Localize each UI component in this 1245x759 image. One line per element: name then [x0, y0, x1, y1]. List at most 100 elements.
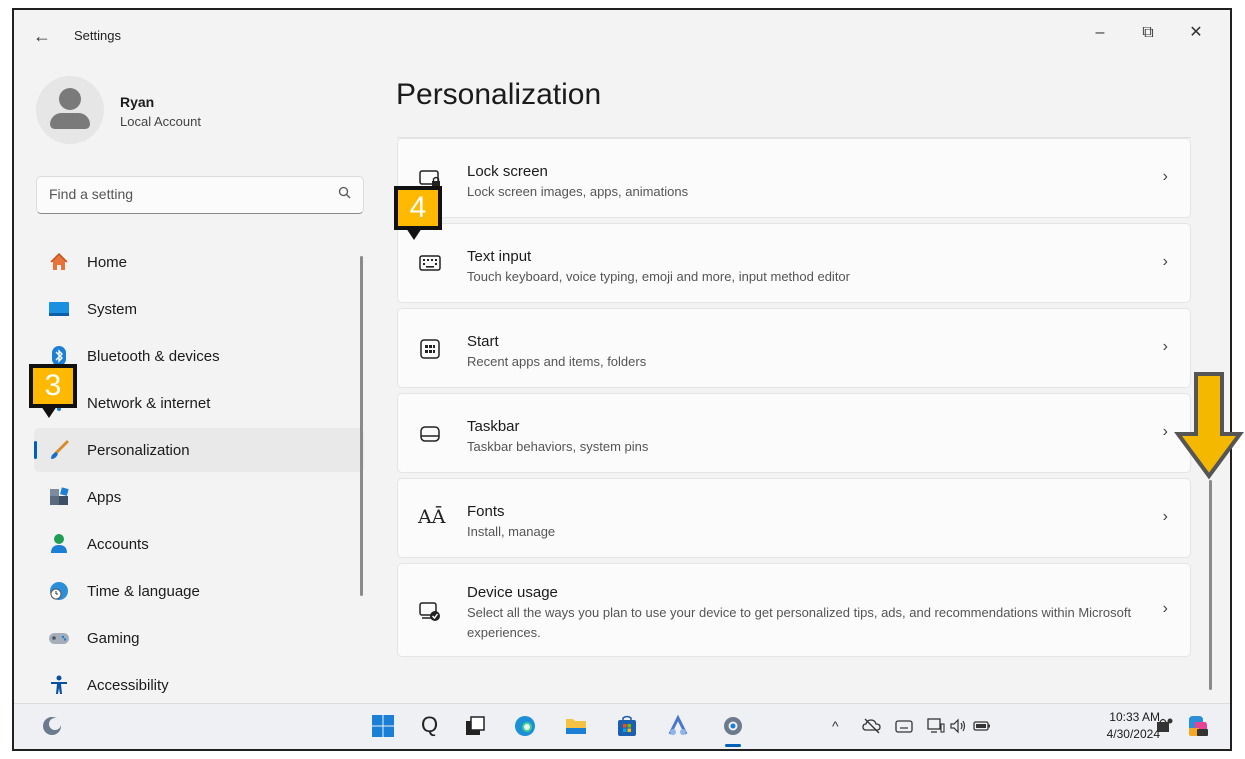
- title-bar: ← Settings – ⧉ ✕: [14, 10, 1230, 58]
- chevron-right-icon: ›: [1162, 253, 1168, 270]
- sidebar-item-label: Gaming: [87, 630, 140, 647]
- close-button[interactable]: ✕: [1176, 18, 1216, 48]
- sidebar-item-home[interactable]: Home: [34, 240, 364, 284]
- sidebar-item-label: Network & internet: [87, 395, 211, 412]
- sidebar-item-accounts[interactable]: Accounts: [34, 522, 364, 566]
- settings-window: ← Settings – ⧉ ✕ Ryan Local Account Home…: [12, 8, 1232, 751]
- fonts-icon: AĀ: [418, 506, 446, 528]
- touch-keyboard-icon[interactable]: [894, 716, 918, 740]
- sidebar-item-label: System: [87, 301, 138, 318]
- settings-card-list: Lock screen Lock screen images, apps, an…: [397, 138, 1191, 662]
- card-device-usage[interactable]: Device usage Select all the ways you pla…: [397, 563, 1191, 657]
- sidebar-item-label: Personalization: [87, 442, 190, 459]
- card-lock-screen[interactable]: Lock screen Lock screen images, apps, an…: [397, 138, 1191, 218]
- accounts-icon: [48, 533, 70, 555]
- sidebar-item-label: Apps: [87, 489, 122, 506]
- sidebar-item-label: Time & language: [87, 583, 200, 600]
- minimize-button[interactable]: –: [1080, 18, 1120, 48]
- card-title: Start: [467, 333, 499, 350]
- card-title: Taskbar: [467, 418, 520, 435]
- step-3-badge: 3: [29, 364, 77, 418]
- clock-time: 10:33 AM: [1109, 710, 1160, 724]
- sidebar-item-network[interactable]: Network & internet: [34, 381, 364, 425]
- widgets-icon[interactable]: [40, 714, 64, 738]
- battery-icon[interactable]: [972, 716, 996, 740]
- keyboard-icon: [418, 251, 442, 275]
- maximize-button[interactable]: ⧉: [1128, 18, 1168, 48]
- sidebar-item-system[interactable]: System: [34, 287, 364, 331]
- card-description: Select all the ways you plan to use your…: [467, 605, 1132, 640]
- chevron-right-icon: ›: [1162, 168, 1168, 185]
- sidebar-item-label: Bluetooth & devices: [87, 348, 220, 365]
- device-usage-icon: [418, 600, 442, 624]
- accessibility-icon: [48, 674, 70, 696]
- scroll-down-arrow-icon: [1174, 372, 1244, 480]
- copilot-icon[interactable]: [1185, 714, 1209, 738]
- sidebar-item-apps[interactable]: Apps: [34, 475, 364, 519]
- onedrive-icon[interactable]: [862, 716, 886, 740]
- card-description: Recent apps and items, folders: [467, 354, 647, 369]
- sidebar-item-gaming[interactable]: Gaming: [34, 616, 364, 660]
- chevron-right-icon: ›: [1162, 600, 1168, 617]
- show-hidden-icons-button[interactable]: ^: [832, 718, 839, 734]
- sidebar-item-label: Accounts: [87, 536, 149, 553]
- card-description: Taskbar behaviors, system pins: [467, 439, 649, 454]
- chevron-right-icon: ›: [1162, 508, 1168, 525]
- globe-clock-icon: [48, 580, 70, 602]
- card-description: Touch keyboard, voice typing, emoji and …: [467, 269, 850, 284]
- card-text-input[interactable]: Text input Touch keyboard, voice typing,…: [397, 223, 1191, 303]
- profile-account-type: Local Account: [120, 114, 201, 129]
- windows-start-icon[interactable]: [371, 714, 395, 738]
- sidebar-item-accessibility[interactable]: Accessibility: [34, 663, 364, 707]
- card-title: Fonts: [467, 503, 505, 520]
- app-title: Settings: [74, 28, 121, 43]
- chevron-right-icon: ›: [1162, 423, 1168, 440]
- volume-icon[interactable]: [948, 716, 972, 740]
- edge-icon[interactable]: [513, 714, 537, 738]
- settings-gear-icon[interactable]: [721, 714, 745, 738]
- sidebar-item-bluetooth[interactable]: Bluetooth & devices: [34, 334, 364, 378]
- network-status-icon[interactable]: [926, 716, 950, 740]
- search-icon[interactable]: Q: [421, 714, 445, 738]
- start-icon: [418, 337, 442, 361]
- profile-name: Ryan: [120, 94, 155, 110]
- taskbar: Q ^ 10:33 AM 4/30/2024: [14, 703, 1230, 749]
- selection-indicator: [34, 441, 37, 459]
- card-start[interactable]: Start Recent apps and items, folders ›: [397, 308, 1191, 388]
- snipping-tool-icon[interactable]: [666, 714, 690, 738]
- main-scrollbar[interactable]: [1209, 480, 1212, 690]
- microsoft-store-icon[interactable]: [615, 714, 639, 738]
- step-4-badge: 4: [394, 186, 442, 240]
- sidebar-item-personalization[interactable]: Personalization: [34, 428, 364, 472]
- active-app-indicator: [725, 744, 741, 747]
- card-title: Device usage: [467, 584, 558, 601]
- search-box[interactable]: [36, 176, 364, 214]
- sidebar-item-time-language[interactable]: Time & language: [34, 569, 364, 613]
- avatar[interactable]: [36, 76, 104, 144]
- file-explorer-icon[interactable]: [564, 714, 588, 738]
- back-button[interactable]: ←: [30, 24, 54, 48]
- gamepad-icon: [48, 627, 70, 649]
- card-fonts[interactable]: AĀ Fonts Install, manage ›: [397, 478, 1191, 558]
- card-title: Lock screen: [467, 163, 548, 180]
- notification-icon[interactable]: [1154, 716, 1178, 740]
- card-description: Lock screen images, apps, animations: [467, 184, 689, 199]
- clock[interactable]: 10:33 AM 4/30/2024: [1107, 709, 1160, 743]
- apps-icon: [48, 486, 70, 508]
- card-title: Text input: [467, 248, 532, 265]
- avatar-body: [50, 113, 90, 129]
- home-icon: [48, 251, 70, 273]
- sidebar-item-label: Home: [87, 254, 128, 271]
- system-icon: [48, 298, 70, 320]
- search-icon[interactable]: [338, 186, 351, 202]
- card-taskbar[interactable]: Taskbar Taskbar behaviors, system pins ›: [397, 393, 1191, 473]
- sidebar-item-label: Accessibility: [87, 677, 169, 694]
- task-view-icon[interactable]: [463, 714, 487, 738]
- taskbar-icon: [418, 422, 442, 446]
- avatar-head: [59, 88, 81, 110]
- sidebar-scrollbar[interactable]: [360, 256, 363, 596]
- card-description: Install, manage: [467, 524, 556, 539]
- page-title: Personalization: [396, 78, 602, 111]
- search-input[interactable]: [49, 186, 319, 202]
- chevron-right-icon: ›: [1162, 338, 1168, 355]
